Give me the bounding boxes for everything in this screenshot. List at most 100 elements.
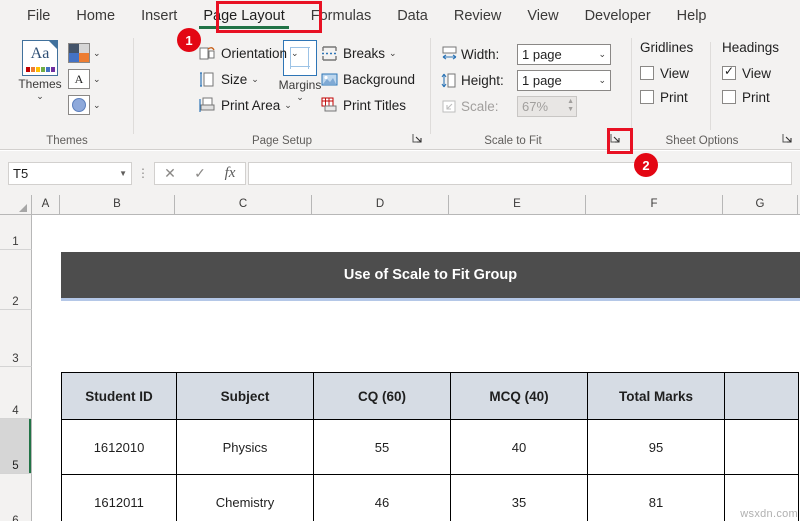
gridlines-header: Gridlines: [640, 40, 693, 55]
watermark: wsxdn.com: [740, 508, 798, 520]
tab-developer[interactable]: Developer: [572, 3, 664, 30]
tab-formulas[interactable]: Formulas: [298, 3, 384, 30]
cell-total-marks[interactable]: 81: [588, 475, 725, 521]
annotation-callout-1: 1: [177, 28, 201, 52]
formula-bar: T5 ▼ ⋮ ✕ ✓ fx: [0, 151, 800, 195]
sheet-options-divider: [710, 42, 711, 130]
headings-print-checkbox[interactable]: Print: [722, 85, 779, 109]
formula-bar-handle[interactable]: ⋮: [132, 166, 154, 180]
tab-data[interactable]: Data: [384, 3, 441, 30]
print-area-button[interactable]: Print Area ⌄: [198, 92, 299, 118]
gridlines-print-label: Print: [660, 90, 688, 105]
print-titles-button[interactable]: Print Titles: [320, 92, 415, 118]
height-icon: [440, 71, 459, 90]
chevron-down-icon: ⌄: [598, 75, 606, 86]
print-titles-icon: [320, 96, 339, 115]
chevron-down-icon: ⌄: [389, 48, 397, 59]
enter-formula-button[interactable]: ✓: [185, 165, 215, 182]
cell-mcq[interactable]: 40: [451, 420, 588, 475]
cell-blank[interactable]: [725, 420, 799, 475]
cancel-formula-button[interactable]: ✕: [155, 165, 185, 182]
scale-label: Scale:: [461, 99, 517, 114]
table-row[interactable]: 1612010 Physics 55 40 95: [62, 420, 799, 475]
breaks-icon: [320, 44, 339, 63]
name-box[interactable]: T5 ▼: [8, 162, 132, 185]
column-header-b[interactable]: B: [60, 195, 175, 215]
headings-view-checkbox[interactable]: View: [722, 61, 779, 85]
row-header-2[interactable]: 2: [0, 250, 32, 310]
annotation-callout-2: 2: [634, 153, 658, 177]
breaks-button[interactable]: Breaks ⌄: [320, 40, 415, 66]
sheet-title-banner: Use of Scale to Fit Group: [61, 252, 800, 301]
tab-view[interactable]: View: [514, 3, 571, 30]
tab-insert[interactable]: Insert: [128, 3, 190, 30]
tab-file[interactable]: File: [14, 3, 63, 30]
theme-colors-button[interactable]: ⌄: [68, 40, 101, 66]
cell-total-marks[interactable]: 95: [588, 420, 725, 475]
theme-effects-button[interactable]: ⌄: [68, 92, 101, 118]
theme-effects-icon: [68, 95, 90, 115]
height-value: 1 page: [522, 73, 598, 88]
orientation-button[interactable]: Orientation ⌄: [198, 40, 299, 66]
background-button[interactable]: Background: [320, 66, 415, 92]
ribbon-tab-bar: File Home Insert Page Layout Formulas Da…: [0, 0, 800, 32]
cell-mcq[interactable]: 35: [451, 475, 588, 521]
column-header-a[interactable]: A: [32, 195, 60, 215]
formula-input[interactable]: [248, 162, 792, 185]
cell-student-id[interactable]: 1612010: [62, 420, 177, 475]
tab-review[interactable]: Review: [441, 3, 515, 30]
formula-bar-buttons: ✕ ✓ fx: [154, 162, 246, 185]
theme-colors-icon: [68, 43, 90, 63]
cell-cq[interactable]: 55: [314, 420, 451, 475]
column-header-g[interactable]: G: [723, 195, 798, 215]
header-cq: CQ (60): [314, 373, 451, 420]
column-header-d[interactable]: D: [312, 195, 449, 215]
theme-fonts-button[interactable]: A ⌄: [68, 66, 101, 92]
chevron-down-icon: ⌄: [14, 91, 66, 101]
row-header-6[interactable]: 6: [0, 474, 32, 521]
select-all-corner[interactable]: [0, 195, 32, 215]
chevron-down-icon: ⌄: [291, 48, 299, 59]
tab-help[interactable]: Help: [664, 3, 720, 30]
row-header-1[interactable]: 1: [0, 215, 32, 250]
background-label: Background: [343, 72, 415, 87]
checkbox-icon: [640, 66, 654, 80]
size-button[interactable]: Size ⌄: [198, 66, 299, 92]
tab-page-layout[interactable]: Page Layout: [190, 3, 297, 30]
row-header-5[interactable]: 5: [0, 419, 32, 474]
header-student-id: Student ID: [62, 373, 177, 420]
scale-to-fit-group-label: Scale to Fit: [413, 135, 613, 147]
height-label: Height:: [461, 73, 517, 88]
insert-function-button[interactable]: fx: [215, 165, 245, 182]
scale-spinner[interactable]: 67% ▲▼: [517, 96, 577, 117]
column-header-c[interactable]: C: [175, 195, 312, 215]
width-select[interactable]: 1 page ⌄: [517, 44, 611, 65]
tab-home[interactable]: Home: [63, 3, 128, 30]
column-header-e[interactable]: E: [449, 195, 586, 215]
chevron-down-icon: ▼: [119, 169, 127, 178]
column-header-f[interactable]: F: [586, 195, 723, 215]
row-header-3[interactable]: 3: [0, 310, 32, 367]
scale-row: Scale: 67% ▲▼: [440, 93, 611, 119]
row-header-4[interactable]: 4: [0, 367, 32, 419]
gridlines-view-checkbox[interactable]: View: [640, 61, 693, 85]
cell-subject[interactable]: Physics: [177, 420, 314, 475]
gridlines-print-checkbox[interactable]: Print: [640, 85, 693, 109]
chevron-down-icon: ⌄: [251, 74, 259, 85]
height-select[interactable]: 1 page ⌄: [517, 70, 611, 91]
cell-subject[interactable]: Chemistry: [177, 475, 314, 521]
data-table: Student ID Subject CQ (60) MCQ (40) Tota…: [61, 372, 799, 521]
cell-cq[interactable]: 46: [314, 475, 451, 521]
cell-student-id[interactable]: 1612011: [62, 475, 177, 521]
themes-button[interactable]: Aa Themes ⌄: [14, 40, 66, 101]
headings-header: Headings: [722, 40, 779, 55]
ribbon-group-sheet-options: Gridlines View Print Headings View: [632, 32, 800, 150]
header-subject: Subject: [177, 373, 314, 420]
width-value: 1 page: [522, 47, 598, 62]
chevron-down-icon: ⌄: [93, 48, 101, 59]
table-row[interactable]: 1612011 Chemistry 46 35 81: [62, 475, 799, 521]
height-row: Height: 1 page ⌄: [440, 67, 611, 93]
print-titles-label: Print Titles: [343, 98, 406, 113]
checkbox-icon: [722, 90, 736, 104]
themes-icon: Aa: [22, 40, 58, 76]
